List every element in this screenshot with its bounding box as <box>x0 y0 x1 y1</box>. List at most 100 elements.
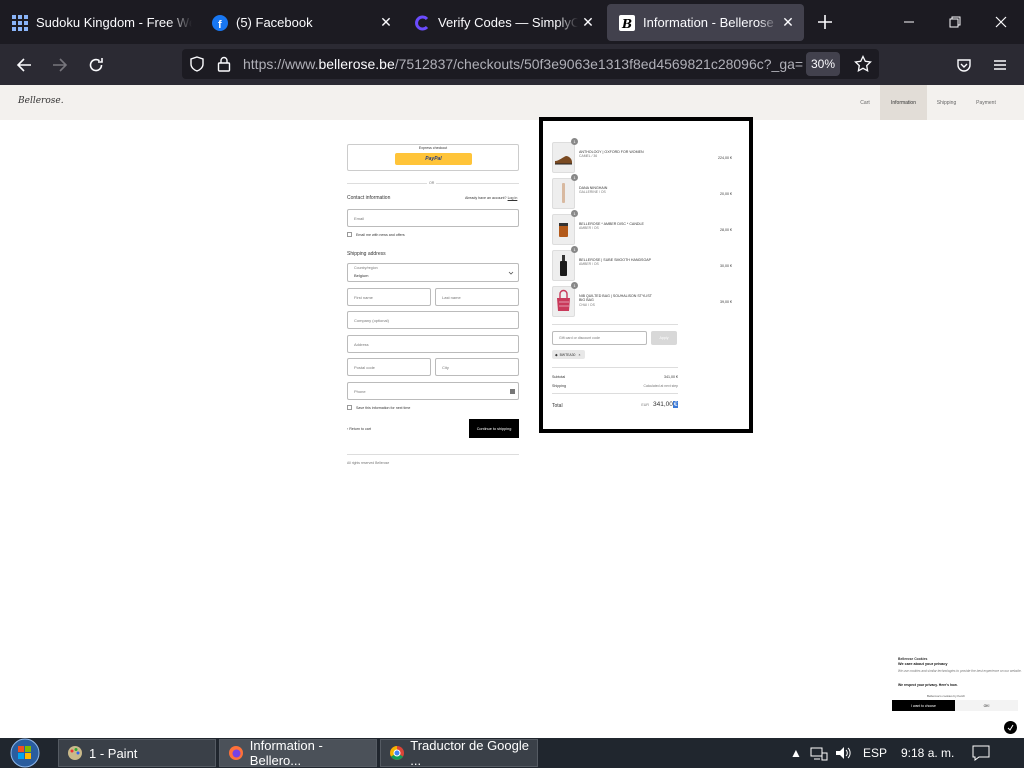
last-name-field[interactable]: Last name <box>435 288 519 306</box>
taskbar-item-chrome[interactable]: Traductor de Google ... <box>380 738 538 768</box>
step-shipping[interactable]: Shipping <box>929 85 964 120</box>
pocket-icon <box>957 59 971 72</box>
shield-icon[interactable] <box>189 56 205 72</box>
network-icon[interactable] <box>810 738 828 768</box>
paypal-button[interactable]: PayPal <box>395 153 472 165</box>
total-amount: EUR 341,00 € <box>641 401 678 408</box>
cookie-banner: Bellerose Cookies We care about your pri… <box>889 652 1024 712</box>
help-icon[interactable] <box>510 389 515 394</box>
cookie-ok-button[interactable]: OK! <box>955 700 1018 711</box>
zoom-level-button[interactable]: 30% <box>806 52 840 76</box>
quantity-badge: 1 <box>571 246 578 253</box>
plus-icon <box>818 15 832 29</box>
remove-tag-icon[interactable]: × <box>578 353 580 357</box>
city-field[interactable]: City <box>435 358 519 376</box>
volume-icon[interactable] <box>835 738 853 768</box>
continue-to-shipping-button[interactable]: Continue to shipping <box>469 419 519 438</box>
product-variant: GALLERINE / OS <box>579 190 606 195</box>
tab-facebook[interactable]: f (5) Facebook ✕ <box>200 4 402 41</box>
hamburger-menu-icon <box>994 60 1006 70</box>
svg-text:B: B <box>621 17 632 31</box>
start-button[interactable] <box>4 738 46 768</box>
postal-code-field[interactable]: Postal code <box>347 358 431 376</box>
close-tab-icon[interactable]: ✕ <box>376 14 396 31</box>
or-label: OR <box>427 181 437 185</box>
close-tab-icon[interactable]: ✕ <box>578 14 598 31</box>
step-payment[interactable]: Payment <box>966 85 1006 120</box>
product-title: NIB QUILTED BAG | SOUHALISON STYLIST BIG… <box>579 294 652 303</box>
close-window-button[interactable] <box>978 0 1024 44</box>
taskbar-item-paint[interactable]: 1 - Paint <box>58 739 216 767</box>
taskbar-item-label: Traductor de Google ... <box>410 738 529 768</box>
clock[interactable]: 9:18 a. m. <box>901 738 954 768</box>
lock-icon[interactable] <box>217 56 231 72</box>
total-symbol-selected: € <box>673 401 678 408</box>
reload-button[interactable] <box>83 52 109 78</box>
browser-tab-bar: Sudoku Kingdom - Free Web f (5) Facebook… <box>0 0 1024 44</box>
product-name: DANA NINGHAIN GALLERINE / OS <box>579 186 652 195</box>
cookie-title: We care about your privacy <box>898 662 948 666</box>
product-name: BELLEROSE * AMBER DISC * CANDLE AMBER / O… <box>579 222 652 231</box>
list-item: 1 NIB QUILTED BAG | SOUHALISON STYLIST B… <box>552 282 732 318</box>
list-item: 1 DANA NINGHAIN GALLERINE / OS 20,00 € <box>552 174 732 210</box>
chrome-icon <box>390 746 404 760</box>
cookie-choose-button[interactable]: I want to choose <box>892 700 955 711</box>
tab-bellerose[interactable]: B Information - Bellerose - Ch ✕ <box>607 4 804 41</box>
product-name: ANTHOLOGY | OXFORD FOR WOMEN CAMEL / 36 <box>579 150 652 159</box>
candle-icon <box>559 223 568 237</box>
discount-tag: ◆ BWTEA30 × <box>552 350 585 359</box>
tab-simplycodes[interactable]: Verify Codes — SimplyCodes ✕ <box>402 4 604 41</box>
show-hidden-icons-button[interactable]: ▲ <box>790 738 802 768</box>
discount-code-input[interactable]: Gift card or discount code <box>552 331 647 345</box>
address-bar[interactable]: https://www.bellerose.be/7512837/checkou… <box>182 49 879 79</box>
step-information[interactable]: Information <box>880 85 927 120</box>
first-name-field[interactable]: First name <box>347 288 431 306</box>
phone-field[interactable]: Phone <box>347 382 519 400</box>
bellerose-logo[interactable]: Bellerose. <box>18 96 64 106</box>
return-to-cart-link[interactable]: ‹ Return to cart <box>347 427 371 431</box>
email-field[interactable]: Email <box>347 209 519 227</box>
email-offers-checkbox[interactable] <box>347 232 352 237</box>
url-text[interactable]: https://www.bellerose.be/7512837/checkou… <box>243 56 803 72</box>
apply-discount-button[interactable]: Apply <box>651 331 677 345</box>
restore-button[interactable] <box>932 0 978 44</box>
taskbar-item-firefox[interactable]: Information - Bellero... <box>219 738 377 768</box>
browser-nav-bar: https://www.bellerose.be/7512837/checkou… <box>0 44 1024 85</box>
bookmark-star-icon[interactable] <box>854 55 872 73</box>
restore-icon <box>949 16 961 28</box>
product-price: 224,00 € <box>718 156 732 160</box>
list-item: 1 ANTHOLOGY | OXFORD FOR WOMEN CAMEL / 36… <box>552 138 732 174</box>
address-field[interactable]: Address <box>347 335 519 353</box>
country-select[interactable]: Country/region Belgium <box>347 263 519 282</box>
new-tab-button[interactable] <box>802 0 848 44</box>
cookie-privacy-link[interactable]: We respect your privacy. Here's how. <box>898 683 958 687</box>
country-label: Country/region <box>354 266 378 270</box>
product-image <box>552 142 575 173</box>
minimize-button[interactable] <box>886 0 932 44</box>
pocket-button[interactable] <box>951 52 977 78</box>
quantity-badge: 1 <box>571 210 578 217</box>
step-cart[interactable]: Cart <box>852 85 878 120</box>
cookie-settings-button[interactable] <box>1004 721 1017 734</box>
save-info-checkbox[interactable] <box>347 405 352 410</box>
total-label: Total <box>552 403 563 409</box>
product-variant: AMBER / OS <box>579 226 599 231</box>
paint-icon <box>68 746 82 760</box>
list-item: 1 BELLEROSE * AMBER DISC * CANDLE AMBER /… <box>552 210 732 246</box>
chevron-up-icon: ▲ <box>790 746 802 760</box>
forward-button[interactable] <box>47 52 73 78</box>
tab-sudoku[interactable]: Sudoku Kingdom - Free Web <box>0 4 192 41</box>
company-field[interactable]: Company (optional) <box>347 311 519 329</box>
taskbar-item-label: Information - Bellero... <box>249 738 323 768</box>
forward-arrow-icon <box>53 58 68 72</box>
product-image <box>552 286 575 317</box>
language-indicator[interactable]: ESP <box>863 738 887 768</box>
summary-divider <box>552 324 678 325</box>
back-button[interactable] <box>11 52 37 78</box>
login-link[interactable]: Log in <box>508 196 518 200</box>
discount-tag-label: BWTEA30 <box>559 352 576 357</box>
notifications-icon[interactable] <box>972 738 990 768</box>
product-price: 30,00 € <box>720 264 732 268</box>
menu-button[interactable] <box>987 52 1013 78</box>
close-tab-icon[interactable]: ✕ <box>778 14 798 31</box>
